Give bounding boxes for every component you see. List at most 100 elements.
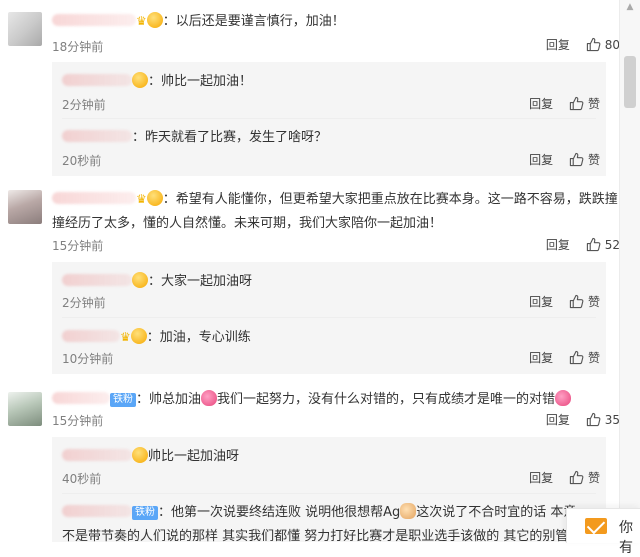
fan-badge: 铁粉 bbox=[110, 393, 136, 407]
emoji-face-icon bbox=[130, 328, 147, 344]
like-label: 赞 bbox=[587, 351, 600, 365]
scroll-up-arrow-icon[interactable]: ▲ bbox=[625, 2, 635, 12]
username-redacted[interactable] bbox=[62, 74, 132, 86]
thumbs-up-icon bbox=[586, 412, 601, 427]
reply-time: 10分钟前 bbox=[62, 352, 114, 366]
reply-button[interactable]: 回复 bbox=[529, 351, 553, 365]
thumbs-up-icon bbox=[586, 37, 601, 52]
comment-actions: 回复 35 bbox=[546, 411, 620, 428]
reply-button[interactable]: 回复 bbox=[546, 238, 570, 252]
emoji-face-icon bbox=[132, 72, 148, 88]
username-redacted[interactable] bbox=[52, 14, 136, 26]
mail-icon bbox=[585, 518, 607, 534]
divider bbox=[62, 493, 596, 494]
username-redacted[interactable] bbox=[52, 192, 136, 204]
heart-emoji-icon bbox=[555, 390, 572, 406]
scrollbar[interactable]: ▲ bbox=[619, 0, 640, 542]
comment-body: 铁粉 ：帅总加油 我们一起努力，没有什么对错的，只有成绩才是唯一的对错 bbox=[52, 388, 572, 407]
reply-actions: 回复 赞 bbox=[529, 95, 600, 112]
reply-body: ：帅比一起加油！ bbox=[62, 70, 252, 89]
like-button[interactable]: 赞 bbox=[569, 153, 600, 167]
comment-time: 18分钟前 bbox=[52, 40, 104, 54]
heart-emoji-icon bbox=[201, 390, 218, 406]
thumbs-up-icon bbox=[569, 470, 584, 485]
reply-button[interactable]: 回复 bbox=[529, 471, 553, 485]
crown-icon: ♛ bbox=[136, 192, 147, 206]
reply-actions: 回复 赞 bbox=[529, 469, 600, 486]
username-redacted[interactable] bbox=[62, 505, 132, 517]
comment: 铁粉 ：帅总加油 我们一起努力，没有什么对错的，只有成绩才是唯一的对错 15分钟前 … bbox=[0, 382, 620, 434]
reply-text: ：加油，专心训练 bbox=[146, 330, 251, 345]
like-button[interactable]: 赞 bbox=[569, 351, 600, 365]
comment-time: 15分钟前 bbox=[52, 239, 104, 253]
like-button[interactable]: 赞 bbox=[569, 97, 600, 111]
like-count: 80 bbox=[604, 38, 620, 52]
like-button[interactable]: 80 bbox=[586, 38, 620, 52]
comment: ♛ ：希望有人能懂你，但更希望大家把重点放在比赛本身。这一路不容易，跌跌撞 撞经历… bbox=[0, 182, 620, 260]
like-count: 52 bbox=[604, 238, 620, 252]
reply-button[interactable]: 回复 bbox=[529, 153, 553, 167]
reply-body: ：大家一起加油呀 bbox=[62, 270, 252, 289]
reply-text: ：昨天就看了比赛，发生了啥呀？ bbox=[132, 130, 328, 145]
comment-actions: 回复 80 bbox=[546, 36, 620, 53]
thumbs-up-icon bbox=[569, 152, 584, 167]
message-notification-bar[interactable]: 你有 bbox=[566, 508, 640, 556]
username-redacted[interactable] bbox=[62, 274, 132, 286]
reply-actions: 回复 赞 bbox=[529, 293, 600, 310]
like-label: 赞 bbox=[587, 153, 600, 167]
divider bbox=[62, 118, 596, 119]
avatar[interactable] bbox=[8, 190, 42, 224]
comment-body: ♛ ：希望有人能懂你，但更希望大家把重点放在比赛本身。这一路不容易，跌跌撞 bbox=[52, 188, 618, 207]
reply-text: ：大家一起加油呀 bbox=[148, 274, 253, 289]
comment-text: ：帅总加油 bbox=[136, 392, 202, 407]
comment-body: ♛ ：以后还是要谨言慎行，加油！ bbox=[52, 10, 345, 29]
fan-badge: 铁粉 bbox=[132, 506, 158, 520]
reply-button[interactable]: 回复 bbox=[529, 97, 553, 111]
comment: ♛ ：以后还是要谨言慎行，加油！ 18分钟前 回复 80 bbox=[0, 6, 620, 58]
scrollbar-thumb[interactable] bbox=[624, 56, 636, 108]
reply-actions: 回复 赞 bbox=[529, 151, 600, 168]
reply-time: 40秒前 bbox=[62, 472, 102, 486]
thumbs-up-icon bbox=[586, 237, 601, 252]
reply-actions: 回复 赞 bbox=[529, 349, 600, 366]
reply-time: 20秒前 bbox=[62, 154, 102, 168]
like-label: 赞 bbox=[587, 295, 600, 309]
thumbs-up-icon bbox=[569, 96, 584, 111]
like-button[interactable]: 赞 bbox=[569, 295, 600, 309]
reply-text: 这次说了不合时宜的话 本意 bbox=[416, 505, 577, 520]
like-count: 35 bbox=[604, 413, 620, 427]
like-button[interactable]: 52 bbox=[586, 238, 620, 252]
like-button[interactable]: 赞 bbox=[569, 471, 600, 485]
username-redacted[interactable] bbox=[62, 449, 132, 461]
comment-actions: 回复 52 bbox=[546, 236, 620, 253]
emoji-face-icon bbox=[132, 447, 148, 463]
reply-text: 帅比一起加油呀 bbox=[148, 449, 240, 464]
thumbs-up-icon bbox=[569, 294, 584, 309]
reply-time: 2分钟前 bbox=[62, 98, 106, 112]
username-redacted[interactable] bbox=[62, 130, 132, 142]
comment-text: ：以后还是要谨言慎行，加油！ bbox=[162, 14, 345, 29]
like-label: 赞 bbox=[587, 97, 600, 111]
reply-button[interactable]: 回复 bbox=[546, 38, 570, 52]
reply-thread: 帅比一起加油呀 40秒前 回复 赞 铁粉 ：他第一次说要终结连败 说明他很想帮Ag… bbox=[52, 437, 606, 544]
like-button[interactable]: 35 bbox=[586, 413, 620, 427]
reply-body: ♛ ：加油，专心训练 bbox=[62, 326, 251, 345]
reply-button[interactable]: 回复 bbox=[529, 295, 553, 309]
emoji-face-icon bbox=[146, 12, 163, 28]
emoji-face-icon bbox=[132, 272, 148, 288]
like-label: 赞 bbox=[587, 471, 600, 485]
reply-thread: ：帅比一起加油！ 2分钟前 回复 赞 ：昨天就看了比赛，发生了啥呀？ 20秒前 … bbox=[52, 62, 606, 176]
reply-text: ：他第一次说要终结连败 说明他很想帮Ag bbox=[158, 505, 401, 520]
avatar[interactable] bbox=[8, 392, 42, 426]
comment-time: 15分钟前 bbox=[52, 414, 104, 428]
username-redacted[interactable] bbox=[52, 392, 110, 404]
comment-text: ：希望有人能懂你，但更希望大家把重点放在比赛本身。这一路不容易，跌跌撞 bbox=[162, 192, 618, 207]
reply-button[interactable]: 回复 bbox=[546, 413, 570, 427]
avatar[interactable] bbox=[8, 12, 42, 46]
reply-body: 铁粉 ：他第一次说要终结连败 说明他很想帮Ag 这次说了不合时宜的话 本意 bbox=[62, 501, 576, 520]
username-redacted[interactable] bbox=[62, 330, 120, 342]
hand-emoji-icon bbox=[400, 503, 417, 519]
reply-time: 2分钟前 bbox=[62, 296, 106, 310]
thumbs-up-icon bbox=[569, 350, 584, 365]
comment-text: 我们一起努力，没有什么对错的，只有成绩才是唯一的对错 bbox=[217, 392, 556, 407]
